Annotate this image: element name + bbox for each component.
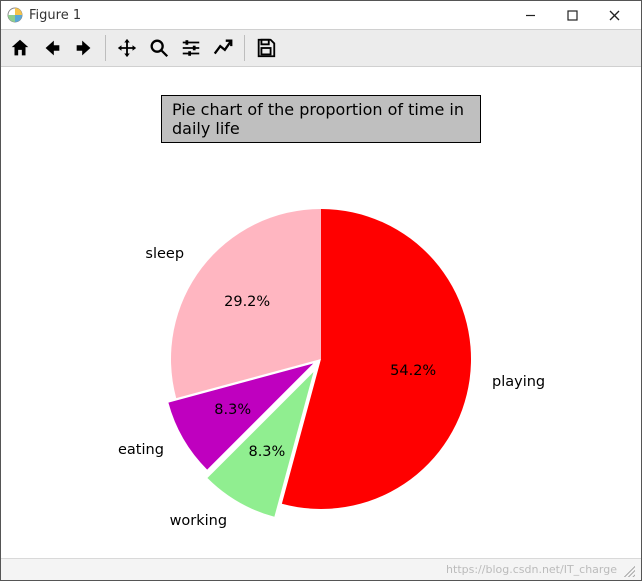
resize-grip[interactable] (621, 563, 635, 577)
zoom-icon (148, 37, 170, 59)
pct-label-playing: 54.2% (390, 363, 436, 379)
status-bar: https://blog.csdn.net/IT_charge (1, 558, 641, 580)
pct-label-working: 8.3% (248, 444, 285, 460)
sliders-icon (180, 37, 202, 59)
slice-label-playing: playing (492, 374, 545, 390)
slice-label-sleep: sleep (145, 246, 184, 262)
window-title: Figure 1 (29, 8, 81, 23)
minimize-button[interactable] (509, 3, 551, 27)
line-chart-icon (212, 37, 234, 59)
edit-axes-button[interactable] (208, 33, 238, 63)
back-button[interactable] (37, 33, 67, 63)
zoom-button[interactable] (144, 33, 174, 63)
home-button[interactable] (5, 33, 35, 63)
home-icon (9, 37, 31, 59)
move-icon (116, 37, 138, 59)
slice-label-working: working (170, 513, 228, 529)
pie-svg (151, 189, 491, 529)
arrow-left-icon (41, 37, 63, 59)
pan-button[interactable] (112, 33, 142, 63)
maximize-icon (567, 10, 578, 21)
watermark-text: https://blog.csdn.net/IT_charge (446, 563, 617, 576)
pct-label-eating: 8.3% (214, 402, 251, 418)
close-icon (609, 10, 620, 21)
app-icon (7, 7, 23, 23)
maximize-button[interactable] (551, 3, 593, 27)
configure-subplots-button[interactable] (176, 33, 206, 63)
minimize-icon (525, 10, 536, 21)
pie-chart: 54.2%playing8.3%working8.3%eating29.2%sl… (151, 189, 491, 529)
save-icon (255, 37, 277, 59)
app-window: Figure 1 (0, 0, 642, 581)
arrow-right-icon (73, 37, 95, 59)
titlebar: Figure 1 (1, 1, 641, 29)
save-button[interactable] (251, 33, 281, 63)
separator (244, 35, 245, 61)
figure-canvas[interactable]: Pie chart of the proportion of time in d… (1, 67, 641, 558)
pct-label-sleep: 29.2% (224, 294, 270, 310)
chart-title: Pie chart of the proportion of time in d… (161, 95, 481, 143)
close-button[interactable] (593, 3, 635, 27)
toolbar (1, 29, 641, 67)
separator (105, 35, 106, 61)
forward-button[interactable] (69, 33, 99, 63)
slice-label-eating: eating (118, 442, 164, 458)
